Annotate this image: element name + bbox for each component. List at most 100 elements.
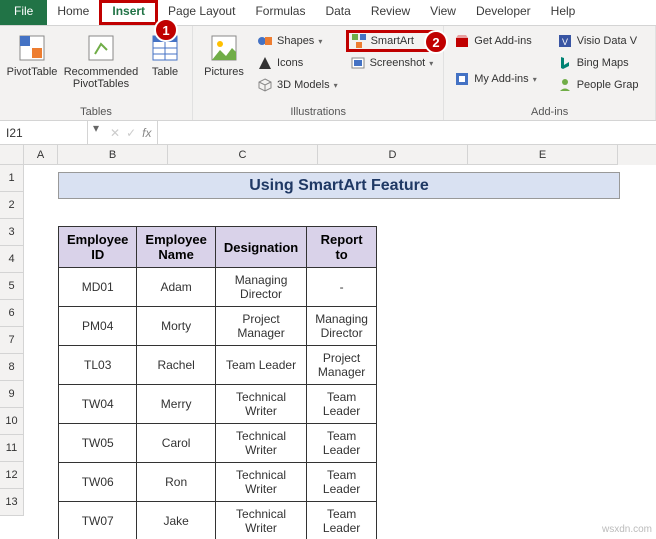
table-cell[interactable]: -	[307, 268, 377, 307]
visio-button[interactable]: VVisio Data V	[553, 30, 643, 52]
col-header-D[interactable]: D	[318, 145, 468, 165]
row-header-6[interactable]: 6	[0, 300, 24, 327]
row-header-2[interactable]: 2	[0, 192, 24, 219]
table-cell[interactable]: Team Leader	[307, 424, 377, 463]
bing-button[interactable]: Bing Maps	[553, 52, 643, 74]
menu-insert[interactable]: Insert	[99, 0, 158, 25]
table-cell[interactable]: Technical Writer	[215, 463, 306, 502]
row-header-13[interactable]: 13	[0, 489, 24, 516]
table-cell[interactable]: TW07	[59, 502, 137, 539]
select-all-corner[interactable]	[0, 145, 24, 165]
row-header-9[interactable]: 9	[0, 381, 24, 408]
menu-home[interactable]: Home	[47, 0, 99, 25]
ribbon-group-addins: Get Add-ins My Add-ins▾ VVisio Data V Bi…	[444, 26, 656, 120]
table-cell[interactable]: TW04	[59, 385, 137, 424]
table-row: TL03RachelTeam LeaderProject Manager	[59, 346, 377, 385]
row-header-11[interactable]: 11	[0, 435, 24, 462]
grid-area: 12345678910111213 ABCDE Using SmartArt F…	[0, 145, 656, 539]
table-cell[interactable]: TW05	[59, 424, 137, 463]
row-header-10[interactable]: 10	[0, 408, 24, 435]
get-addins-button[interactable]: Get Add-ins	[450, 30, 540, 52]
data-table: Employee IDEmployee NameDesignationRepor…	[58, 226, 377, 539]
table-header[interactable]: Employee ID	[59, 227, 137, 268]
pictures-button[interactable]: Pictures	[199, 30, 249, 104]
row-header-4[interactable]: 4	[0, 246, 24, 273]
menu-formulas[interactable]: Formulas	[245, 0, 315, 25]
col-header-B[interactable]: B	[58, 145, 168, 165]
fx-button[interactable]: fx	[142, 126, 151, 140]
table-row: PM04MortyProject ManagerManaging Directo…	[59, 307, 377, 346]
row-header-8[interactable]: 8	[0, 354, 24, 381]
pivottable-button[interactable]: PivotTable	[6, 30, 58, 104]
row-header-3[interactable]: 3	[0, 219, 24, 246]
recommended-pivottables-button[interactable]: Recommended PivotTables	[62, 30, 140, 104]
table-row: TW06RonTechnical WriterTeam Leader	[59, 463, 377, 502]
3dmodels-button[interactable]: 3D Models▾	[253, 74, 342, 96]
addins-icon	[454, 71, 470, 87]
store-icon	[454, 33, 470, 49]
menu-data[interactable]: Data	[315, 0, 360, 25]
col-header-E[interactable]: E	[468, 145, 618, 165]
callout-1: 1	[154, 18, 178, 42]
menu-view[interactable]: View	[420, 0, 466, 25]
table-cell[interactable]: Morty	[137, 307, 215, 346]
table-header[interactable]: Designation	[215, 227, 306, 268]
icons-icon	[257, 55, 273, 71]
name-box[interactable]: I21	[0, 121, 88, 144]
recommended-pivottables-icon	[85, 32, 117, 64]
cube-icon	[257, 77, 273, 93]
table-cell[interactable]: Managing Director	[215, 268, 306, 307]
table-row: TW04MerryTechnical WriterTeam Leader	[59, 385, 377, 424]
table-cell[interactable]: Ron	[137, 463, 215, 502]
table-cell[interactable]: Technical Writer	[215, 502, 306, 539]
table-header[interactable]: Report to	[307, 227, 377, 268]
table-cell[interactable]: Managing Director	[307, 307, 377, 346]
namebox-dropdown[interactable]: ▾	[88, 121, 104, 144]
shapes-button[interactable]: Shapes▾	[253, 30, 342, 52]
shapes-icon	[257, 33, 273, 49]
pictures-icon	[208, 32, 240, 64]
table-cell[interactable]: Team Leader	[307, 463, 377, 502]
row-header-5[interactable]: 5	[0, 273, 24, 300]
table-cell[interactable]: Merry	[137, 385, 215, 424]
table-cell[interactable]: Adam	[137, 268, 215, 307]
formula-input[interactable]	[158, 121, 656, 144]
cancel-icon[interactable]: ✕	[110, 126, 120, 140]
row-header-7[interactable]: 7	[0, 327, 24, 354]
table-cell[interactable]: Rachel	[137, 346, 215, 385]
watermark: wsxdn.com	[602, 524, 652, 535]
table-cell[interactable]: Technical Writer	[215, 385, 306, 424]
row-header-1[interactable]: 1	[0, 165, 24, 192]
row-header-12[interactable]: 12	[0, 462, 24, 489]
sheet-title[interactable]: Using SmartArt Feature	[58, 172, 620, 199]
table-cell[interactable]: Technical Writer	[215, 424, 306, 463]
formula-bar: I21 ▾ ✕ ✓ fx	[0, 121, 656, 145]
table-cell[interactable]: Team Leader	[307, 502, 377, 539]
table-header[interactable]: Employee Name	[137, 227, 215, 268]
table-cell[interactable]: Team Leader	[215, 346, 306, 385]
table-cell[interactable]: Team Leader	[307, 385, 377, 424]
menu-file[interactable]: File	[0, 0, 47, 25]
icons-button[interactable]: Icons	[253, 52, 342, 74]
table-cell[interactable]: Carol	[137, 424, 215, 463]
table-cell[interactable]: MD01	[59, 268, 137, 307]
table-cell[interactable]: Project Manager	[307, 346, 377, 385]
bing-icon	[557, 55, 573, 71]
col-header-A[interactable]: A	[24, 145, 58, 165]
table-cell[interactable]: Project Manager	[215, 307, 306, 346]
ribbon: PivotTable Recommended PivotTables Table…	[0, 26, 656, 121]
table-row: TW05CarolTechnical WriterTeam Leader	[59, 424, 377, 463]
table-cell[interactable]: PM04	[59, 307, 137, 346]
table-row: MD01AdamManaging Director-	[59, 268, 377, 307]
menu-developer[interactable]: Developer	[466, 0, 541, 25]
screenshot-button[interactable]: Screenshot▾	[346, 52, 438, 74]
col-header-C[interactable]: C	[168, 145, 318, 165]
my-addins-button[interactable]: My Add-ins▾	[450, 68, 540, 90]
table-cell[interactable]: TW06	[59, 463, 137, 502]
people-button[interactable]: People Grap	[553, 74, 643, 96]
table-cell[interactable]: TL03	[59, 346, 137, 385]
menu-review[interactable]: Review	[361, 0, 420, 25]
menu-help[interactable]: Help	[541, 0, 586, 25]
table-cell[interactable]: Jake	[137, 502, 215, 539]
enter-icon[interactable]: ✓	[126, 126, 136, 140]
